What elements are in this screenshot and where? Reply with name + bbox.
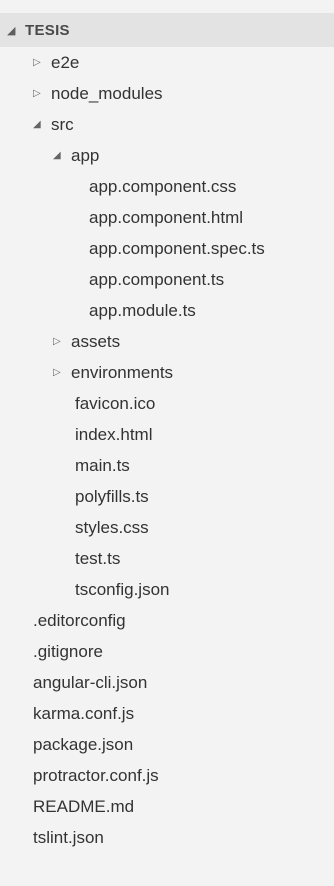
- tree-file-tsconfig-json[interactable]: tsconfig.json: [0, 574, 334, 605]
- tree-file-test-ts[interactable]: test.ts: [0, 543, 334, 574]
- explorer-section-header[interactable]: ◢ TESIS: [0, 13, 334, 47]
- tree-item-label: tsconfig.json: [75, 580, 170, 599]
- tree-item-label: test.ts: [75, 549, 121, 568]
- tree-item-label: node_modules: [51, 84, 163, 103]
- tree-file-index-html[interactable]: index.html: [0, 419, 334, 450]
- tree-file-polyfills-ts[interactable]: polyfills.ts: [0, 481, 334, 512]
- tree-item-label: environments: [71, 363, 174, 382]
- tree-item-label: app.module.ts: [89, 301, 196, 320]
- tree-file-styles-css[interactable]: styles.css: [0, 512, 334, 543]
- tree-item-label: tslint.json: [33, 828, 104, 847]
- tree-folder-src[interactable]: ◢ src: [0, 109, 334, 140]
- explorer-section-title: TESIS: [25, 21, 70, 39]
- tree-file-favicon-ico[interactable]: favicon.ico: [0, 388, 334, 419]
- collapsed-arrow-icon: ▷: [53, 336, 61, 347]
- tree-file-app-component-spec-ts[interactable]: app.component.spec.ts: [0, 233, 334, 264]
- tree-item-label: index.html: [75, 425, 153, 444]
- tree-file-editorconfig[interactable]: .editorconfig: [0, 605, 334, 636]
- tree-file-karma-conf-js[interactable]: karma.conf.js: [0, 698, 334, 729]
- tree-file-angular-cli-json[interactable]: angular-cli.json: [0, 667, 334, 698]
- collapsed-arrow-icon: ▷: [33, 88, 41, 99]
- tree-item-label: favicon.ico: [75, 394, 156, 413]
- tree-file-app-component-css[interactable]: app.component.css: [0, 171, 334, 202]
- tree-folder-environments[interactable]: ▷ environments: [0, 357, 334, 388]
- tree-item-label: package.json: [33, 735, 134, 754]
- tree-item-label: karma.conf.js: [33, 704, 135, 723]
- expanded-arrow-icon: ◢: [7, 24, 16, 37]
- tree-file-main-ts[interactable]: main.ts: [0, 450, 334, 481]
- tree-folder-assets[interactable]: ▷ assets: [0, 326, 334, 357]
- tree-item-label: .gitignore: [33, 642, 103, 661]
- collapsed-arrow-icon: ▷: [33, 57, 41, 68]
- tree-file-package-json[interactable]: package.json: [0, 729, 334, 760]
- tree-item-label: src: [51, 115, 74, 134]
- tree-file-app-component-html[interactable]: app.component.html: [0, 202, 334, 233]
- tree-file-app-module-ts[interactable]: app.module.ts: [0, 295, 334, 326]
- tree-folder-app[interactable]: ◢ app: [0, 140, 334, 171]
- tree-file-protractor-conf-js[interactable]: protractor.conf.js: [0, 760, 334, 791]
- tree-file-tslint-json[interactable]: tslint.json: [0, 822, 334, 853]
- collapsed-arrow-icon: ▷: [53, 367, 61, 378]
- tree-file-app-component-ts[interactable]: app.component.ts: [0, 264, 334, 295]
- tree-folder-node-modules[interactable]: ▷ node_modules: [0, 78, 334, 109]
- tree-item-label: .editorconfig: [33, 611, 126, 630]
- tree-file-gitignore[interactable]: .gitignore: [0, 636, 334, 667]
- tree-item-label: app.component.css: [89, 177, 237, 196]
- file-tree: ▷ e2e ▷ node_modules ◢ src ◢ app app.com…: [0, 47, 334, 853]
- tree-item-label: angular-cli.json: [33, 673, 148, 692]
- tree-folder-e2e[interactable]: ▷ e2e: [0, 47, 334, 78]
- tree-item-label: polyfills.ts: [75, 487, 149, 506]
- tree-item-label: e2e: [51, 53, 80, 72]
- tree-file-readme-md[interactable]: README.md: [0, 791, 334, 822]
- tree-item-label: app.component.html: [89, 208, 244, 227]
- tree-item-label: main.ts: [75, 456, 130, 475]
- expanded-arrow-icon: ◢: [33, 119, 41, 130]
- tree-item-label: protractor.conf.js: [33, 766, 159, 785]
- tree-item-label: README.md: [33, 797, 135, 816]
- tree-item-label: app: [71, 146, 100, 165]
- tree-item-label: styles.css: [75, 518, 149, 537]
- tree-item-label: app.component.spec.ts: [89, 239, 265, 258]
- expanded-arrow-icon: ◢: [53, 150, 61, 161]
- file-explorer: ◢ TESIS ▷ e2e ▷ node_modules ◢ src ◢ app…: [0, 0, 334, 886]
- tree-item-label: assets: [71, 332, 121, 351]
- tree-item-label: app.component.ts: [89, 270, 225, 289]
